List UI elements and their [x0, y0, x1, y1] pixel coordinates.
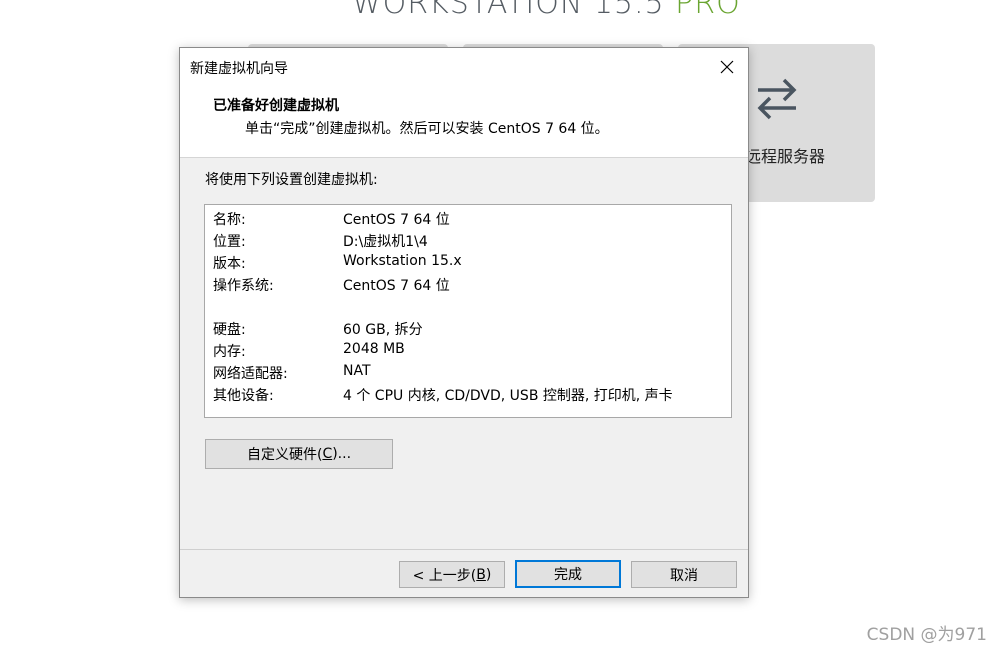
app-brand-title: WORKSTATION 15.5 PRO: [352, 0, 741, 21]
brand-main: WORKSTATION: [352, 0, 584, 21]
summary-value: 2048 MB: [343, 341, 405, 357]
summary-value: NAT: [343, 363, 371, 379]
summary-value: CentOS 7 64 位: [343, 278, 450, 294]
summary-value: D:\虚拟机1\4: [343, 234, 428, 250]
dialog-titlebar[interactable]: 新建虚拟机向导: [180, 48, 748, 86]
cancel-button[interactable]: 取消: [631, 561, 737, 588]
watermark: CSDN @为971: [866, 625, 987, 645]
settings-intro: 将使用下列设置创建虚拟机:: [205, 172, 378, 188]
finish-button[interactable]: 完成: [515, 560, 621, 588]
summary-value: CentOS 7 64 位: [343, 212, 450, 228]
summary-value: 60 GB, 拆分: [343, 322, 423, 338]
tile-label-remote-server: 远程服务器: [745, 147, 826, 166]
close-icon: [720, 60, 734, 74]
brand-version: 15.5: [593, 0, 665, 21]
summary-value: 4 个 CPU 内核, CD/DVD, USB 控制器, 打印机, 声卡: [343, 388, 673, 404]
summary-label: 版本:: [213, 256, 246, 272]
new-vm-wizard-dialog: 新建虚拟机向导 已准备好创建虚拟机 单击“完成”创建虚拟机。然后可以安装 Cen…: [179, 47, 749, 598]
back-suffix: ): [485, 566, 492, 583]
wizard-header: 已准备好创建虚拟机 单击“完成”创建虚拟机。然后可以安装 CentOS 7 64…: [180, 86, 748, 158]
back-accelerator: B: [476, 566, 486, 583]
summary-label: 名称:: [213, 212, 246, 228]
customize-hardware-button[interactable]: 自定义硬件(C)...: [205, 439, 393, 469]
settings-summary-box: 名称: CentOS 7 64 位 位置: D:\虚拟机1\4 版本: Work…: [204, 204, 732, 418]
dialog-title: 新建虚拟机向导: [190, 61, 288, 77]
customize-accelerator: C: [322, 446, 333, 462]
header-subtitle: 单击“完成”创建虚拟机。然后可以安装 CentOS 7 64 位。: [245, 121, 609, 137]
summary-label: 硬盘:: [213, 322, 246, 338]
summary-value: Workstation 15.x: [343, 253, 462, 269]
close-button[interactable]: [714, 54, 740, 80]
summary-label: 内存:: [213, 344, 246, 360]
summary-label: 操作系统:: [213, 278, 274, 294]
back-button[interactable]: < 上一步(B): [399, 561, 505, 588]
summary-label: 网络适配器:: [213, 366, 288, 382]
summary-label: 其他设备:: [213, 388, 274, 404]
header-title: 已准备好创建虚拟机: [213, 98, 339, 114]
customize-suffix: )...: [332, 446, 352, 462]
summary-label: 位置:: [213, 234, 246, 250]
customize-prefix: 自定义硬件(: [246, 447, 323, 463]
swap-arrows-icon: [757, 78, 797, 120]
back-prefix: < 上一步(: [412, 567, 477, 584]
brand-edition: PRO: [675, 0, 741, 21]
footer-divider: [180, 549, 748, 550]
